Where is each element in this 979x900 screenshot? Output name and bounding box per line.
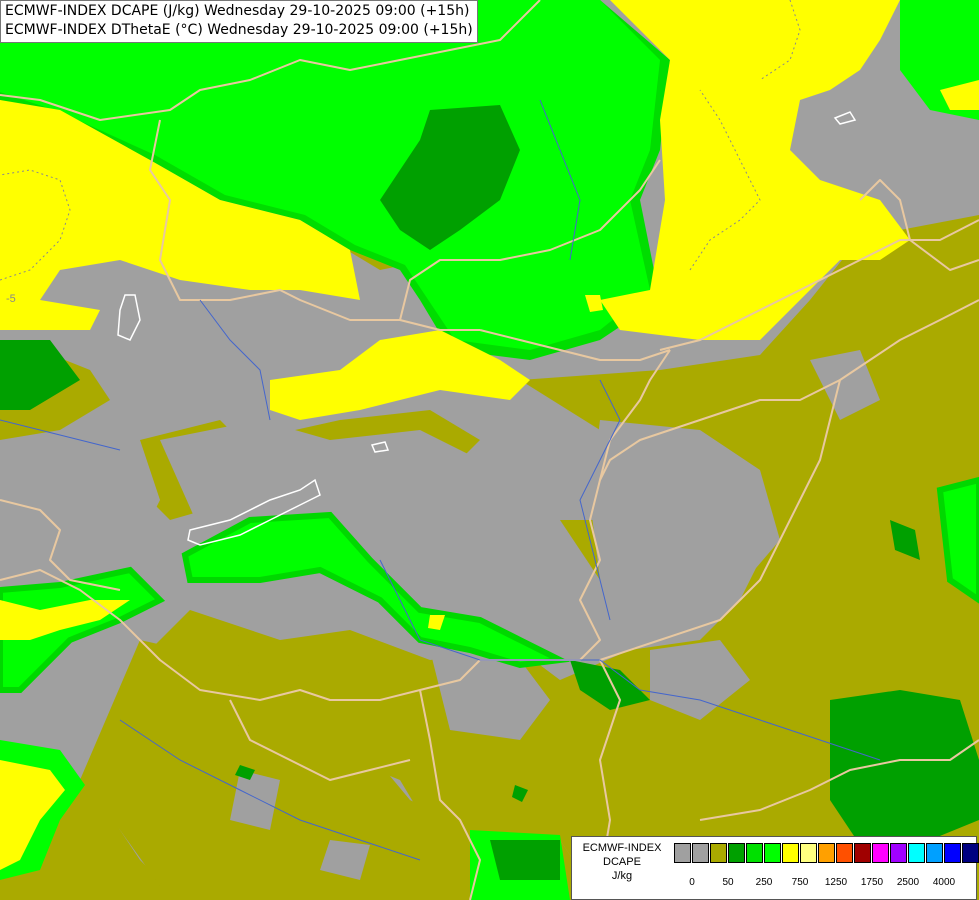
legend-title-2: DCAPE [603, 856, 641, 868]
legend-swatch [908, 843, 925, 863]
legend-tick-label: 750 [791, 877, 809, 888]
title-line-1: ECMWF-INDEX DCAPE (J/kg) Wednesday 29-10… [5, 3, 470, 19]
legend: ECMWF-INDEX DCAPE J/kg 0 50 250 750 1250 1750… [571, 836, 979, 900]
map-title-box: ECMWF-INDEX DCAPE (J/kg) Wednesday 29-10… [0, 0, 478, 43]
legend-swatch [890, 843, 907, 863]
legend-swatch [926, 843, 943, 863]
legend-swatch [836, 843, 853, 863]
legend-swatch [944, 843, 961, 863]
legend-tick-label: 1250 [824, 877, 848, 888]
legend-title-1: ECMWF-INDEX [582, 842, 662, 854]
legend-tick-labels: 0 50 250 750 1250 1750 2500 4000 [572, 877, 976, 891]
legend-swatch [692, 843, 709, 863]
legend-swatch [710, 843, 727, 863]
legend-tick-label: 250 [755, 877, 773, 888]
legend-swatch [764, 843, 781, 863]
legend-swatch [728, 843, 745, 863]
legend-swatch [818, 843, 835, 863]
legend-swatch [872, 843, 889, 863]
legend-color-bar [674, 843, 979, 863]
legend-swatch [782, 843, 799, 863]
legend-swatch [800, 843, 817, 863]
legend-tick-label: 50 [722, 877, 734, 888]
weather-map: -5 [0, 0, 979, 900]
legend-tick-label: 1750 [860, 877, 884, 888]
legend-swatch [854, 843, 871, 863]
legend-swatch [962, 843, 979, 863]
legend-tick-label: 0 [689, 877, 695, 888]
contour-label: -5 [6, 293, 16, 305]
legend-tick-label: 2500 [896, 877, 920, 888]
legend-swatch [674, 843, 691, 863]
legend-swatch [746, 843, 763, 863]
title-line-2: ECMWF-INDEX DThetaE (°C) Wednesday 29-10… [5, 22, 473, 38]
legend-tick-label: 4000 [932, 877, 956, 888]
